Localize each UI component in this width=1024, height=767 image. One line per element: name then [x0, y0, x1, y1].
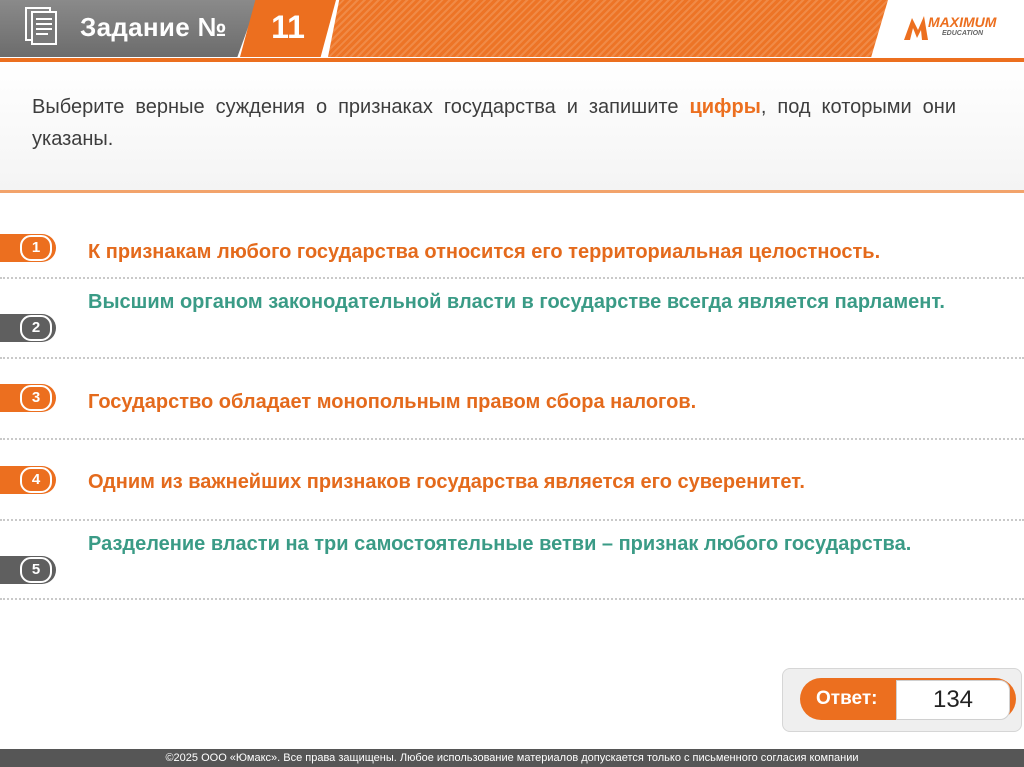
- statement-number-badge: 2: [0, 314, 56, 342]
- statement-number-badge: 4: [0, 466, 56, 494]
- divider: [0, 357, 1024, 359]
- question-highlight: цифры: [689, 96, 761, 118]
- statement-number: 1: [20, 235, 52, 261]
- statement-number-badge: 5: [0, 556, 56, 584]
- copyright-footer: ©2025 ООО «Юмакс». Все права защищены. Л…: [0, 749, 1024, 767]
- statement-number: 3: [20, 385, 52, 411]
- statement-text: Одним из важнейших признаков государства…: [88, 471, 805, 493]
- question-divider: [0, 190, 1024, 193]
- task-number: 11: [271, 9, 305, 45]
- logo-text: MAXIMUM: [928, 14, 997, 30]
- logo-mark-icon: [904, 16, 928, 40]
- question-text-start: Выберите верные суждения о признаках гос…: [32, 96, 679, 118]
- divider: [0, 277, 1024, 279]
- logo-subtext: EDUCATION: [942, 30, 984, 37]
- statement-text: Разделение власти на три самостоятельные…: [88, 533, 912, 555]
- task-title: Задание №: [80, 12, 227, 42]
- statement-text: Высшим органом законодательной власти в …: [88, 291, 945, 313]
- header-decoration: [328, 0, 888, 57]
- question-panel: Выберите верные суждения о признаках гос…: [0, 62, 1024, 190]
- statement-number: 4: [20, 467, 52, 493]
- document-icon: [25, 7, 57, 45]
- statement-number: 5: [20, 557, 52, 583]
- statement-number-badge: 1: [0, 234, 56, 262]
- question-text: Выберите верные суждения о признаках гос…: [32, 91, 956, 155]
- statement-number-badge: 3: [0, 384, 56, 412]
- answer-field[interactable]: 134: [896, 680, 1010, 720]
- divider: [0, 519, 1024, 521]
- statement-text: К признакам любого государства относится…: [88, 241, 881, 263]
- divider: [0, 438, 1024, 440]
- maximum-logo: MAXIMUM EDUCATION: [902, 12, 1014, 48]
- answer-label: Ответ:: [816, 688, 878, 709]
- divider: [0, 598, 1024, 600]
- statement-number: 2: [20, 315, 52, 341]
- task-number-badge: 11: [240, 0, 336, 57]
- header-bar: Задание № 11 MAXIMUM EDUCATION: [0, 0, 1024, 58]
- statement-text: Государство обладает монопольным правом …: [88, 391, 697, 413]
